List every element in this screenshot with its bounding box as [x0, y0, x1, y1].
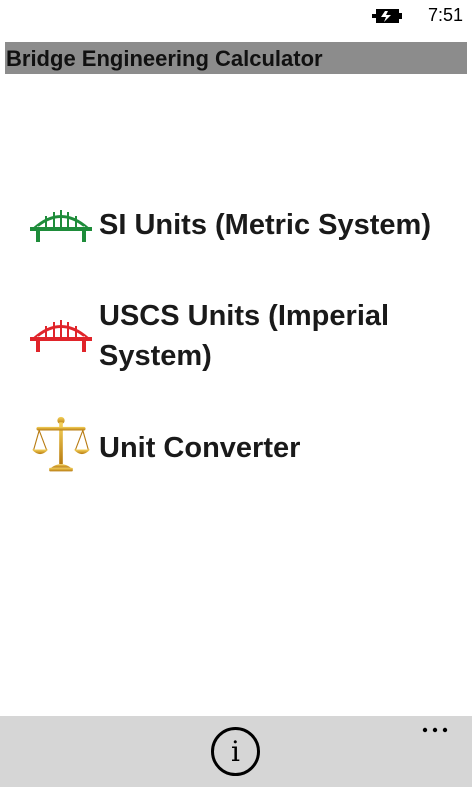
menu-item-uscs-units[interactable]: USCS Units (Imperial System) — [28, 296, 468, 386]
red-bridge-icon — [30, 320, 92, 352]
menu-label-unit-converter: Unit Converter — [99, 432, 301, 464]
clock: 7:51 — [428, 5, 464, 25]
app-bar: i — [0, 716, 472, 787]
title-bar: Bridge Engineering Calculator — [5, 42, 467, 74]
ellipsis-icon[interactable] — [420, 722, 452, 738]
menu-label-si-units: SI Units (Metric System) — [99, 209, 431, 241]
screen: 7:51 Bridge Engineering Calculator SI Un… — [0, 0, 472, 787]
battery-charging-icon — [372, 9, 402, 23]
page-title: Bridge Engineering Calculator — [6, 46, 323, 71]
status-bar: 7:51 — [0, 0, 472, 32]
menu-item-si-units[interactable]: SI Units (Metric System) — [28, 200, 468, 260]
scales-icon — [31, 416, 91, 472]
info-icon: i — [231, 734, 240, 768]
green-bridge-icon — [30, 210, 92, 242]
info-button[interactable]: i — [211, 727, 260, 776]
menu-label-uscs-units: USCS Units (Imperial System) — [99, 300, 390, 372]
menu-item-unit-converter[interactable]: Unit Converter — [28, 415, 468, 481]
